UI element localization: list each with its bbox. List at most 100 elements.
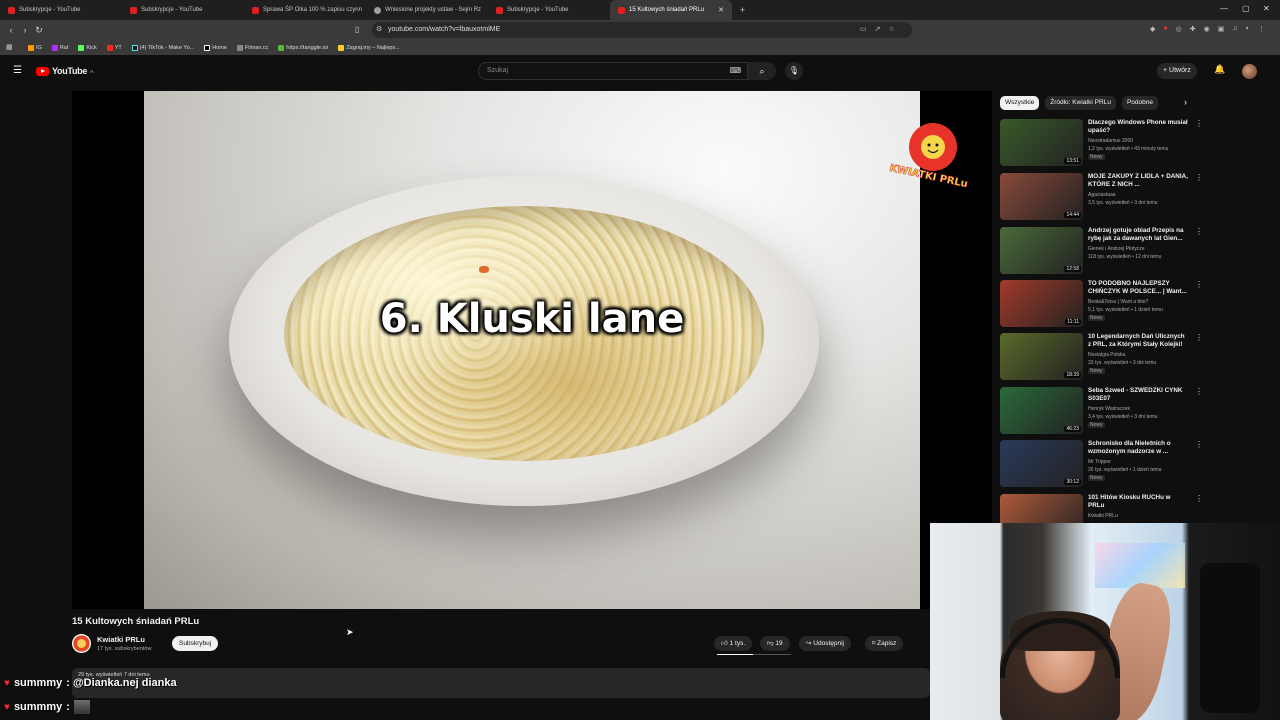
browser-tab[interactable]: Wniesione projekty ustaw - Sejm Rz [366, 0, 488, 20]
extension-icon[interactable]: ◎ [1176, 25, 1182, 33]
video-thumbnail[interactable]: 46:23 [1000, 387, 1083, 434]
browser-tab[interactable]: Subskrypcje - YouTube [0, 0, 122, 20]
more-options-icon[interactable]: ⋮ [1195, 387, 1203, 396]
notifications-bell-icon[interactable]: 🔔 [1214, 64, 1225, 75]
recommended-video-title[interactable]: 101 Hitów Kiosku RUCHu w PRLu [1088, 494, 1188, 511]
recommended-channel-name[interactable]: Kwiatki PRLu [1088, 513, 1118, 519]
browser-tab-active[interactable]: 15 Kultowych śniadań PRLu ✕ [610, 0, 732, 20]
bookmark-icon[interactable]: ▯ [355, 25, 359, 34]
video-thumbnail[interactable]: 13:51 [1000, 119, 1083, 166]
star-icon[interactable]: ☆ [889, 25, 895, 33]
menu-dots-icon[interactable]: ⋮ [1258, 25, 1265, 33]
channel-avatar[interactable] [72, 634, 91, 653]
video-thumbnail[interactable]: 12:58 [1000, 227, 1083, 274]
bookmark-item[interactable]: Home [204, 44, 227, 51]
music-icon[interactable]: ♫ [1232, 25, 1237, 33]
bookmark-item[interactable]: Filman.cc [236, 44, 268, 51]
chip-all[interactable]: Wszystkie [1000, 96, 1040, 110]
back-icon[interactable]: ‹ [4, 25, 18, 35]
more-options-icon[interactable]: ⋮ [1195, 494, 1203, 503]
avatar[interactable] [1242, 64, 1257, 79]
extension-icon[interactable]: ▣ [1218, 25, 1225, 33]
maximize-icon[interactable]: ▢ [1242, 4, 1250, 13]
recommended-video-title[interactable]: Dlaczego Windows Phone musiał upaść? [1088, 119, 1188, 136]
more-options-icon[interactable]: ⋮ [1195, 280, 1203, 289]
new-tab-button[interactable]: + [732, 5, 745, 15]
browser-tab[interactable]: Sprawa ŚP Olka 100 % zapisu czynn [244, 0, 366, 20]
chip-related[interactable]: Podobne [1121, 96, 1158, 110]
recommended-video[interactable]: 14:44 MOJE ZAKUPY Z LIDLA + DANIA, KTÓRE … [1000, 173, 1203, 223]
forward-icon[interactable]: › [18, 25, 32, 35]
install-icon[interactable]: ▭ [860, 25, 867, 33]
url-field[interactable]: youtube.com/watch?v=lbauxotmlME [372, 22, 912, 38]
create-button[interactable]: + Utwórz [1157, 63, 1197, 79]
bookmark-item[interactable]: (4) TikTok - Make Yo... [131, 44, 194, 51]
apps-grid-icon[interactable]: ▦ [6, 43, 13, 51]
youtube-logo[interactable]: YouTube PL [36, 66, 95, 76]
recommended-channel-name[interactable]: Agaciastaaa [1088, 192, 1116, 198]
duration-badge: 11:11 [1065, 319, 1081, 325]
close-tab-icon[interactable]: ✕ [718, 6, 724, 14]
recommended-video-title[interactable]: Schronisko dla Nieletnich o wzmożonym na… [1088, 440, 1188, 457]
bookmark-item[interactable]: YT [106, 44, 122, 51]
video-frame[interactable]: 6. Kluski lane [144, 91, 920, 609]
subscribe-button[interactable]: Subskrybuj [172, 636, 219, 651]
recommended-channel-name[interactable]: Henryk Wiatraczek [1088, 406, 1130, 412]
recommended-video[interactable]: 46:23 Seba Szwed - SZWEDZKI CYNK S03E07 He… [1000, 387, 1203, 437]
share-icon[interactable]: ↗ [875, 25, 881, 33]
recommended-channel-name[interactable]: Mr Tripper [1088, 459, 1111, 465]
search-button[interactable]: ⌕ [748, 62, 776, 80]
save-button[interactable]: ⌑ Zapisz [865, 636, 904, 651]
recommended-video-title[interactable]: 10 Legendarnych Dań Ulicznych z PRL, za … [1088, 333, 1188, 350]
video-thumbnail[interactable]: 18:39 [1000, 333, 1083, 380]
like-button[interactable]: 👍︎ 1 tys. [714, 636, 753, 651]
recommended-channel-name[interactable]: Beata&Tetsu | Want a bite? [1088, 299, 1148, 305]
more-options-icon[interactable]: ⋮ [1195, 119, 1203, 128]
recommended-video-title[interactable]: Seba Szwed - SZWEDZKI CYNK S03E07 [1088, 387, 1188, 404]
browser-tab[interactable]: Subskrypcje - YouTube [122, 0, 244, 20]
voice-search-button[interactable]: 🎙 [785, 62, 803, 80]
chip-source[interactable]: Źródło: Kwiatki PRLu [1045, 96, 1116, 110]
bookmark-item[interactable]: Rat [51, 44, 68, 51]
recommended-video-title[interactable]: Andrzej gotuje obiad Przepis na rybę jak… [1088, 227, 1188, 244]
extension-icon[interactable]: ● [1163, 25, 1167, 33]
hamburger-menu-icon[interactable]: ☰ [13, 65, 22, 76]
reload-icon[interactable]: ↻ [32, 25, 46, 36]
extension-icon[interactable]: ✚ [1190, 25, 1196, 33]
video-thumbnail[interactable]: 30:12 [1000, 440, 1083, 487]
keyboard-icon[interactable]: ⌨ [729, 66, 741, 75]
recommended-video[interactable]: 13:51 Dlaczego Windows Phone musiał upaść… [1000, 119, 1203, 169]
description-box[interactable] [72, 668, 930, 698]
bookmark-item[interactable]: IG [28, 44, 42, 51]
bookmark-item[interactable]: https://tanggle.io/ [278, 44, 328, 51]
bookmark-item[interactable]: Zagraj.my – Najleps... [338, 44, 400, 51]
video-thumbnail[interactable]: 14:44 [1000, 173, 1083, 220]
recommended-video-title[interactable]: MOJE ZAKUPY Z LIDLA + DANIA, KTÓRE Z NIC… [1088, 173, 1188, 190]
chevron-right-icon[interactable]: › [1184, 97, 1187, 107]
recommended-video[interactable]: 30:12 Schronisko dla Nieletnich o wzmożon… [1000, 440, 1203, 490]
more-options-icon[interactable]: ⋮ [1195, 227, 1203, 236]
recommended-channel-name[interactable]: Neostradamus 2000 [1088, 138, 1133, 144]
recommended-channel-name[interactable]: Nostalgia Polska [1088, 352, 1125, 358]
dislike-button[interactable]: 👎︎ 19 [760, 636, 790, 651]
recommended-video[interactable]: 12:58 Andrzej gotuje obiad Przepis na ryb… [1000, 227, 1203, 277]
more-options-icon[interactable]: ⋮ [1195, 333, 1203, 342]
more-options-icon[interactable]: ⋮ [1195, 440, 1203, 449]
search-input[interactable]: Szukaj ⌨ [478, 62, 748, 80]
more-options-icon[interactable]: ⋮ [1195, 173, 1203, 182]
recommended-channel-name[interactable]: Gienek i Andrzej Płotycze [1088, 246, 1145, 252]
recommended-video-title[interactable]: TO PODOBNO NAJLEPSZY CHIŃCZYK W POLSCE..… [1088, 280, 1188, 297]
share-button[interactable]: ↪ Udostępnij [799, 636, 851, 651]
site-info-icon[interactable]: ⚙ [376, 25, 382, 33]
recommended-video[interactable]: 11:11 TO PODOBNO NAJLEPSZY CHIŃCZYK W POL… [1000, 280, 1203, 330]
bookmark-item[interactable]: Kick [78, 44, 97, 51]
video-thumbnail[interactable]: 11:11 [1000, 280, 1083, 327]
minimize-icon[interactable]: — [1220, 4, 1228, 13]
extension-icon[interactable]: ◆ [1150, 25, 1155, 33]
extension-icon[interactable]: ◉ [1204, 25, 1210, 33]
close-window-icon[interactable]: ✕ [1263, 4, 1270, 13]
recommended-video[interactable]: 18:39 10 Legendarnych Dań Ulicznych z PRL… [1000, 333, 1203, 383]
profile-icon[interactable]: ◐ [1246, 25, 1250, 33]
browser-tab[interactable]: Subskrypcje - YouTube [488, 0, 610, 20]
channel-name[interactable]: Kwiatki PRLu [97, 635, 145, 644]
